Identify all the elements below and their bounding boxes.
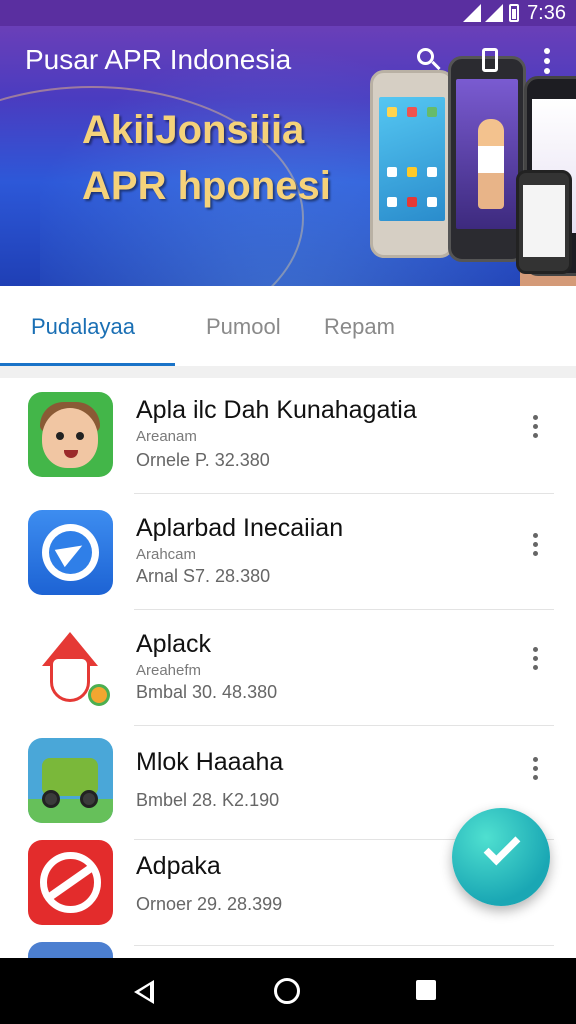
chicken-icon <box>28 626 113 711</box>
tab-bar: Pudalayaa Pumool Repam <box>0 286 576 366</box>
recents-icon[interactable] <box>416 980 436 1000</box>
device-icon[interactable] <box>476 46 506 76</box>
app-subtitle: Arahcam <box>136 546 197 563</box>
app-meta: Ornoer 29. 28.399 <box>136 894 283 914</box>
back-icon[interactable] <box>134 980 154 1004</box>
list-item[interactable] <box>0 942 576 958</box>
navigation-bar <box>0 958 576 1024</box>
app-icon <box>28 942 113 958</box>
search-icon[interactable] <box>414 46 444 76</box>
app-bar: Pusar APR Indonesia <box>0 26 576 96</box>
list-item[interactable]: Apla ilc Dah Kunahagatia Areanam Ornele … <box>0 378 576 494</box>
app-subtitle: Areanam <box>136 428 197 445</box>
tab-repam[interactable]: Repam <box>324 314 395 340</box>
status-bar: 7:36 <box>0 0 576 26</box>
confirm-fab-button[interactable] <box>452 808 550 906</box>
status-icons: 7:36 <box>463 1 566 25</box>
app-name: Adpaka <box>136 852 221 880</box>
tab-pumool[interactable]: Pumool <box>206 314 281 340</box>
truck-game-icon <box>28 738 113 823</box>
list-item[interactable]: Aplarbad Inecaiian Arahcam Arnal S7. 28.… <box>0 494 576 610</box>
banner-headline-2: APR hponesi <box>82 164 331 208</box>
app-meta: Bmbal 30. 48.380 <box>136 682 278 702</box>
tabs-divider <box>0 366 576 378</box>
app-meta: Ornele P. 32.380 <box>136 450 270 470</box>
banner-headline-1: AkiiJonsiiia <box>82 108 305 152</box>
app-title: Pusar APR Indonesia <box>25 44 292 75</box>
signal-icon <box>463 4 482 22</box>
app-subtitle: Areahefm <box>136 662 202 679</box>
list-item[interactable]: Aplack Areahefm Bmbal 30. 48.380 <box>0 610 576 726</box>
phone-illustration-1 <box>370 70 454 258</box>
battery-icon <box>509 4 520 22</box>
more-vert-icon[interactable] <box>532 46 562 76</box>
app-name: Apla ilc Dah Kunahagatia <box>136 396 417 424</box>
prohibited-sign-icon <box>28 840 113 925</box>
checkmark-icon <box>483 828 521 866</box>
home-icon[interactable] <box>274 978 300 1004</box>
status-clock: 7:36 <box>527 1 566 24</box>
more-vert-icon[interactable] <box>520 644 550 674</box>
wifi-icon <box>485 4 504 22</box>
more-vert-icon[interactable] <box>520 754 550 784</box>
more-vert-icon[interactable] <box>520 530 550 560</box>
app-name: Aplarbad Inecaiian <box>136 514 344 542</box>
tab-pudalayaa[interactable]: Pudalayaa <box>31 314 135 340</box>
screen: 7:36 Pusar APR Indonesia AkiiJonsiiia AP… <box>0 0 576 1024</box>
app-meta: Arnal S7. 28.380 <box>136 566 271 586</box>
navigation-arrow-icon <box>28 510 113 595</box>
cartoon-face-icon <box>28 392 113 477</box>
header-banner: Pusar APR Indonesia AkiiJonsiiia APR hpo… <box>0 26 576 286</box>
more-vert-icon[interactable] <box>520 412 550 442</box>
phone-illustration-4 <box>516 170 572 274</box>
app-meta: Bmbel 28. K2.190 <box>136 790 280 810</box>
app-name: Mlok Haaaha <box>136 748 284 776</box>
app-name: Aplack <box>136 630 212 658</box>
